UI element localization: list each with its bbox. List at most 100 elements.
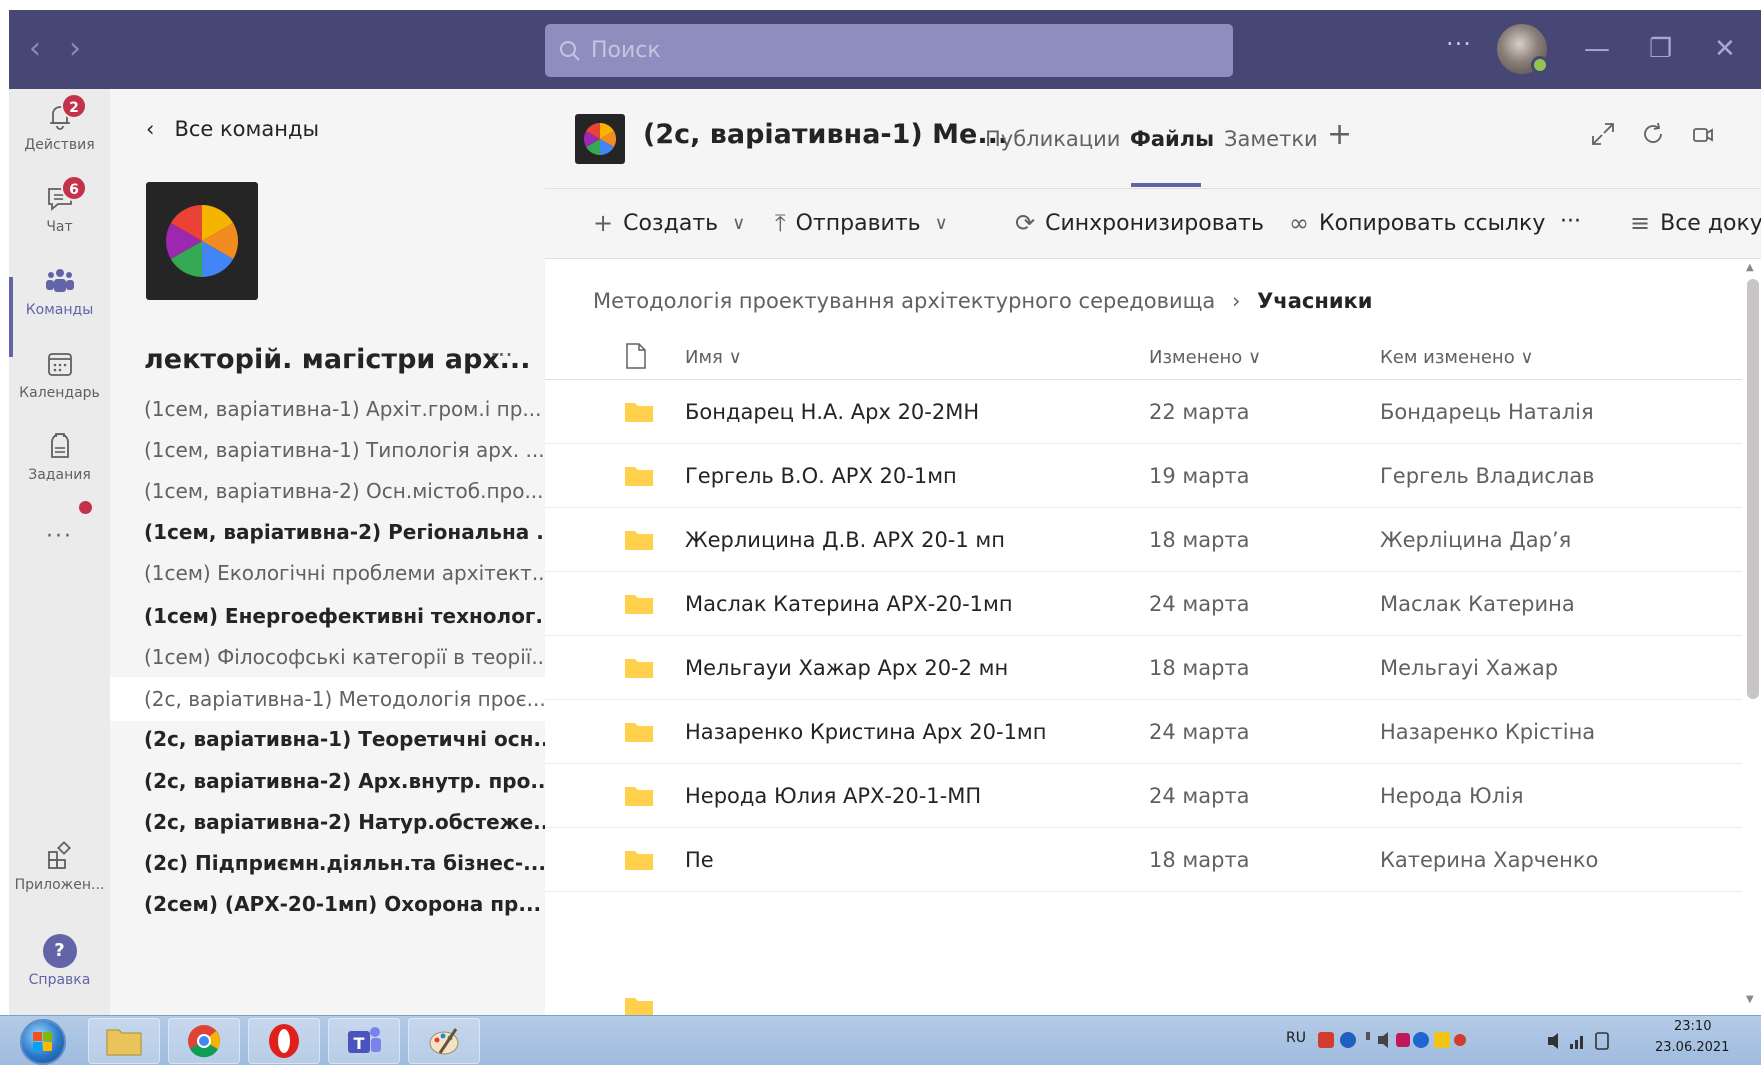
- language-indicator[interactable]: RU: [1286, 1030, 1306, 1046]
- all-documents-button[interactable]: ≡ Все докум: [1630, 209, 1761, 237]
- chevron-down-icon: ∨: [934, 212, 948, 234]
- team-more-button[interactable]: ···: [490, 341, 513, 369]
- all-teams-back-link[interactable]: ‹ Все команды: [146, 117, 319, 141]
- rail-item-apps[interactable]: Приложен...: [9, 839, 110, 893]
- modified-date: 18 марта: [1149, 528, 1250, 552]
- search-input[interactable]: Поиск: [545, 24, 1233, 77]
- refresh-icon[interactable]: [1640, 121, 1666, 147]
- settings-more-button[interactable]: ···: [1446, 30, 1472, 58]
- table-row[interactable]: Нерода Юлия АРХ-20-1-МП 24 марта Нерода Юл…: [545, 764, 1745, 828]
- file-name[interactable]: Мельгауи Хажар Арх 20-2 мн: [685, 656, 1008, 680]
- restore-icon[interactable]: ❐: [1649, 34, 1672, 64]
- sync-label: Синхронизировать: [1045, 210, 1264, 236]
- paint-taskbar-button[interactable]: [408, 1018, 480, 1064]
- volume-network-icons[interactable]: [1546, 1028, 1616, 1054]
- file-name[interactable]: Бондарец Н.А. Арх 20-2МН: [685, 400, 979, 424]
- table-row[interactable]: Маслак Катерина АРХ-20-1мп 24 марта Маслак…: [545, 572, 1745, 636]
- copy-link-button[interactable]: ∞ Копировать ссылку: [1289, 209, 1545, 237]
- rail-label-activity: Действия: [24, 137, 95, 153]
- table-row[interactable]: Мельгауи Хажар Арх 20-2 мн 18 марта Мельга…: [545, 636, 1745, 700]
- channel-item[interactable]: (1сем) Філософські категорії в теорії...: [110, 635, 545, 679]
- close-icon[interactable]: ✕: [1714, 34, 1736, 64]
- rail-item-calendar[interactable]: Календарь: [9, 347, 110, 401]
- file-type-icon: [626, 343, 646, 369]
- add-tab-button[interactable]: +: [1327, 117, 1352, 152]
- table-row[interactable]: Жерлицина Д.В. АРХ 20-1 мп 18 марта Жерліц…: [545, 508, 1745, 572]
- file-name[interactable]: Жерлицина Д.В. АРХ 20-1 мп: [685, 528, 1005, 552]
- rail-item-teams[interactable]: Команды: [9, 264, 110, 318]
- activity-badge: 2: [61, 93, 87, 119]
- file-name[interactable]: Гергель В.О. АРХ 20-1мп: [685, 464, 957, 488]
- channel-item[interactable]: (1сем, варіативна-1) Типологія арх. ...: [110, 428, 545, 472]
- table-row[interactable]: Гергель В.О. АРХ 20-1мп 19 марта Гергель В…: [545, 444, 1745, 508]
- teams-taskbar-button[interactable]: T: [328, 1018, 400, 1064]
- more-apps-button[interactable]: ···: [9, 524, 110, 549]
- channel-item[interactable]: (2с) Підприємн.діяльн.та бізнес-...: [110, 841, 545, 885]
- file-name[interactable]: Нерода Юлия АРХ-20-1-МП: [685, 784, 981, 808]
- link-icon: ∞: [1289, 209, 1309, 237]
- folder-icon: [625, 851, 653, 870]
- scroll-up-icon[interactable]: ▲: [1746, 262, 1754, 273]
- create-button[interactable]: + Создать ∨: [593, 209, 745, 237]
- column-header-name[interactable]: Имя ∨: [685, 347, 742, 368]
- teams-icon: [45, 269, 74, 292]
- start-button[interactable]: [20, 1019, 66, 1065]
- minimize-icon[interactable]: —: [1584, 34, 1610, 64]
- clock-date[interactable]: 23.06.2021: [1655, 1040, 1729, 1055]
- notification-dot: [79, 501, 92, 514]
- meet-now-icon[interactable]: [1690, 121, 1716, 147]
- table-row[interactable]: Пе 18 марта Катерина Харченко: [545, 828, 1745, 892]
- tab-files[interactable]: Файлы: [1130, 127, 1214, 151]
- team-logo: [146, 182, 258, 300]
- channel-item[interactable]: (1сем, варіативна-2) Регіональна ...: [110, 510, 545, 554]
- channel-item[interactable]: (1сем) Енергоефективні технолог...: [110, 594, 545, 638]
- channel-item[interactable]: (2сем) (АРХ-20-1мп) Охорона пр...: [110, 882, 545, 926]
- rail-item-assignments[interactable]: Задания: [9, 429, 110, 483]
- forward-arrow-icon[interactable]: ›: [69, 34, 81, 64]
- column-modified-label: Изменено: [1149, 347, 1243, 368]
- file-name[interactable]: Пе: [685, 848, 714, 872]
- table-row[interactable]: Назаренко Кристина Арх 20-1мп 24 марта Наз…: [545, 700, 1745, 764]
- teams-logo-icon: T: [348, 1027, 381, 1053]
- channel-item[interactable]: (2с, варіативна-1) Теоретичні осн...: [110, 717, 545, 761]
- back-arrow-icon[interactable]: ‹: [29, 34, 41, 64]
- channel-item[interactable]: (1сем, варіативна-2) Осн.містоб.про...: [110, 469, 545, 513]
- upload-label: Отправить: [795, 210, 921, 236]
- column-header-modified-by[interactable]: Кем изменено ∨: [1380, 347, 1534, 368]
- chrome-taskbar-button[interactable]: [168, 1018, 240, 1064]
- scroll-down-icon[interactable]: ▼: [1746, 994, 1754, 1005]
- file-name[interactable]: Маслак Катерина АРХ-20-1мп: [685, 592, 1013, 616]
- rail-item-help[interactable]: ? Справка: [9, 934, 110, 988]
- channel-item[interactable]: (2с, варіативна-2) Натур.обстеже...: [110, 800, 545, 844]
- modified-by: Назаренко Крістіна: [1380, 720, 1596, 744]
- scrollbar-thumb[interactable]: [1747, 279, 1759, 699]
- rail-item-chat[interactable]: Чат 6: [9, 175, 110, 235]
- channel-item[interactable]: (2с, варіативна-2) Арх.внутр. про...: [110, 759, 545, 803]
- modified-by: Нерода Юлія: [1380, 784, 1524, 808]
- channel-header: (2с, варіативна-1) Ме... Публикации Файл…: [545, 89, 1761, 189]
- file-name[interactable]: Назаренко Кристина Арх 20-1мп: [685, 720, 1047, 744]
- expand-icon[interactable]: [1590, 121, 1616, 147]
- clock-time[interactable]: 23:10: [1674, 1019, 1711, 1034]
- channel-item-selected[interactable]: (2с, варіативна-1) Методологія проє...: [110, 677, 545, 721]
- opera-taskbar-button[interactable]: [248, 1018, 320, 1064]
- windows-logo-icon: [33, 1032, 52, 1051]
- explorer-taskbar-button[interactable]: [88, 1018, 160, 1064]
- table-row[interactable]: Бондарец Н.А. Арх 20-2МН 22 марта Бондарец…: [545, 380, 1745, 444]
- upload-button[interactable]: ⤒ Отправить ∨: [775, 209, 948, 237]
- channel-item[interactable]: (1сем, варіативна-1) Архіт.гром.і пр...: [110, 387, 545, 431]
- channel-item[interactable]: (1сем) Екологічні проблеми архітект...: [110, 551, 545, 595]
- tab-notes[interactable]: Заметки: [1224, 127, 1318, 151]
- main-content: (2с, варіативна-1) Ме... Публикации Файл…: [545, 89, 1761, 1017]
- plus-icon: +: [593, 209, 614, 237]
- folder-icon: [625, 403, 653, 422]
- rail-label-apps: Приложен...: [14, 877, 105, 893]
- column-header-modified[interactable]: Изменено ∨: [1149, 347, 1261, 368]
- toolbar-more-button[interactable]: ···: [1560, 209, 1581, 234]
- tab-posts[interactable]: Публикации: [985, 127, 1120, 151]
- sync-button[interactable]: ⟳ Синхронизировать: [1015, 209, 1264, 237]
- rail-item-activity[interactable]: Действия 2: [9, 93, 110, 153]
- channel-logo: [575, 114, 625, 164]
- breadcrumb-parent[interactable]: Методологія проектування архітектурного …: [593, 289, 1215, 313]
- system-tray-icons[interactable]: [1318, 1028, 1468, 1054]
